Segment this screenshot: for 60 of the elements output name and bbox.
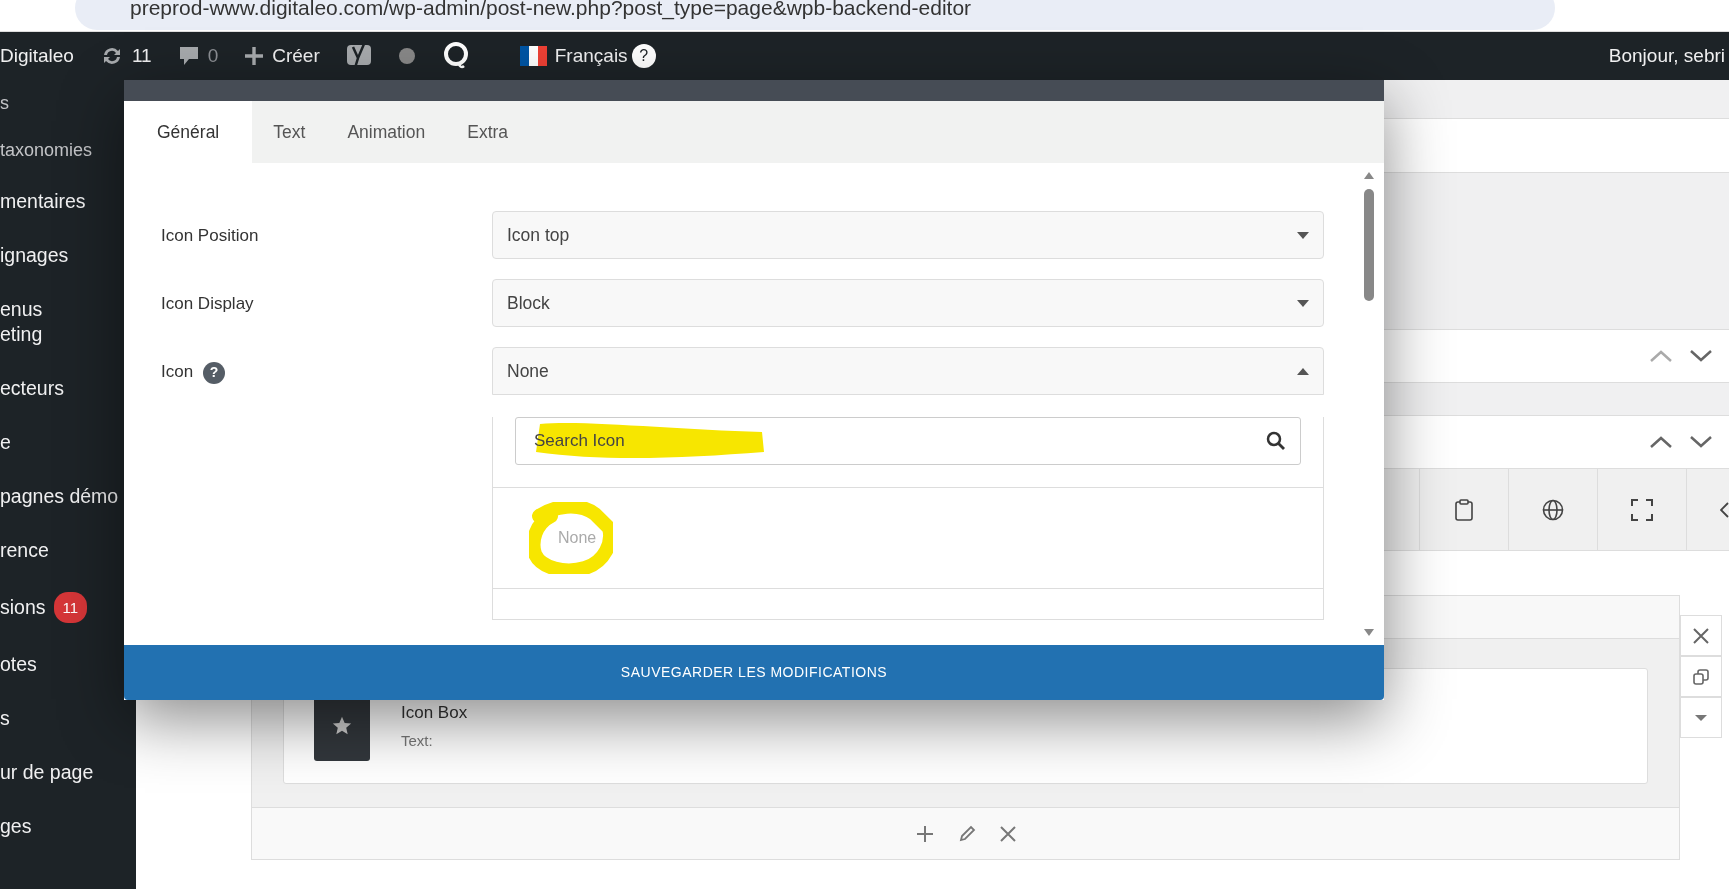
sidebar-item[interactable]: sions <box>0 594 46 620</box>
site-name-link[interactable]: Digitaleo <box>0 41 74 71</box>
delete-button[interactable] <box>1680 615 1722 656</box>
updates-count[interactable]: 11 <box>131 41 152 71</box>
field-label: Icon Position <box>161 226 259 245</box>
element-subtitle: Text: <box>401 730 434 751</box>
search-icon[interactable] <box>1266 431 1286 451</box>
greeting-link[interactable]: Bonjour, sebri <box>1608 41 1725 71</box>
fullscreen-icon[interactable] <box>1631 499 1653 521</box>
language-switcher[interactable]: Français <box>554 41 628 71</box>
pencil-icon[interactable] <box>957 824 976 843</box>
tab[interactable]: Général <box>124 101 253 163</box>
new-content-link[interactable]: Créer <box>272 41 320 71</box>
sidebar-item[interactable]: taxonomies <box>0 140 93 160</box>
sidebar-item[interactable]: rence <box>0 537 49 563</box>
plus-icon[interactable] <box>915 824 934 843</box>
sidebar-item[interactable]: ignages <box>0 242 69 268</box>
help-icon[interactable]: ? <box>631 44 656 68</box>
close-icon <box>1693 627 1709 644</box>
tab[interactable]: Extra <box>446 101 530 163</box>
save-button[interactable]: SAUVEGARDER LES MODIFICATIONS <box>124 645 1384 700</box>
caret-down-icon <box>1297 231 1309 239</box>
comments-count[interactable]: 0 <box>207 41 219 71</box>
tab[interactable]: Text <box>252 101 327 163</box>
sidebar-item[interactable]: enus eting <box>0 296 43 347</box>
globe-icon[interactable] <box>1542 499 1564 521</box>
sidebar-item[interactable]: otes <box>0 651 37 677</box>
speech-bubble-icon[interactable] <box>177 45 200 67</box>
duplicate-button[interactable] <box>1680 656 1722 697</box>
select-field[interactable]: Block <box>492 279 1324 327</box>
french-flag-icon[interactable] <box>519 46 547 66</box>
clipboard-icon[interactable] <box>1455 499 1473 521</box>
chevron-down-icon[interactable] <box>1689 348 1713 364</box>
copy-icon <box>1693 668 1709 685</box>
caret-down-icon <box>1694 713 1708 722</box>
sidebar-item[interactable]: mentaires <box>0 188 86 214</box>
select-field[interactable]: Icon top <box>492 211 1324 259</box>
caret-down-icon <box>1297 299 1309 307</box>
chevron-down-icon[interactable] <box>1689 434 1713 450</box>
sidebar-item[interactable]: e <box>0 429 11 455</box>
sidebar-item[interactable]: s <box>0 705 10 731</box>
field-label: Icon Display <box>161 294 254 313</box>
plus-icon[interactable] <box>244 46 265 66</box>
close-icon[interactable] <box>999 825 1016 842</box>
tab[interactable]: Animation <box>326 101 447 163</box>
caret-up-icon <box>1297 367 1309 375</box>
field-label: Icon <box>161 362 194 381</box>
address-bar[interactable]: preprod-www.digitaleo.com/wp-admin/post-new.php?post_type=page&wpb-backend-editor <box>75 0 1555 30</box>
help-icon[interactable]: ? <box>203 361 226 384</box>
sidebar-item[interactable]: s <box>0 93 9 113</box>
chevron-up-icon[interactable] <box>1649 434 1673 450</box>
count-badge: 11 <box>53 591 88 623</box>
sidebar-item[interactable]: pagnes démo <box>0 483 119 509</box>
plugin-logo-icon[interactable] <box>441 41 470 71</box>
sidebar-item[interactable]: ecteurs <box>0 375 64 401</box>
element-title: Icon Box <box>401 702 468 724</box>
sidebar-item[interactable]: ges <box>0 813 32 839</box>
sidebar-item[interactable]: ur de page <box>0 759 94 785</box>
status-dot <box>397 47 416 65</box>
select-field[interactable]: None <box>492 347 1324 395</box>
